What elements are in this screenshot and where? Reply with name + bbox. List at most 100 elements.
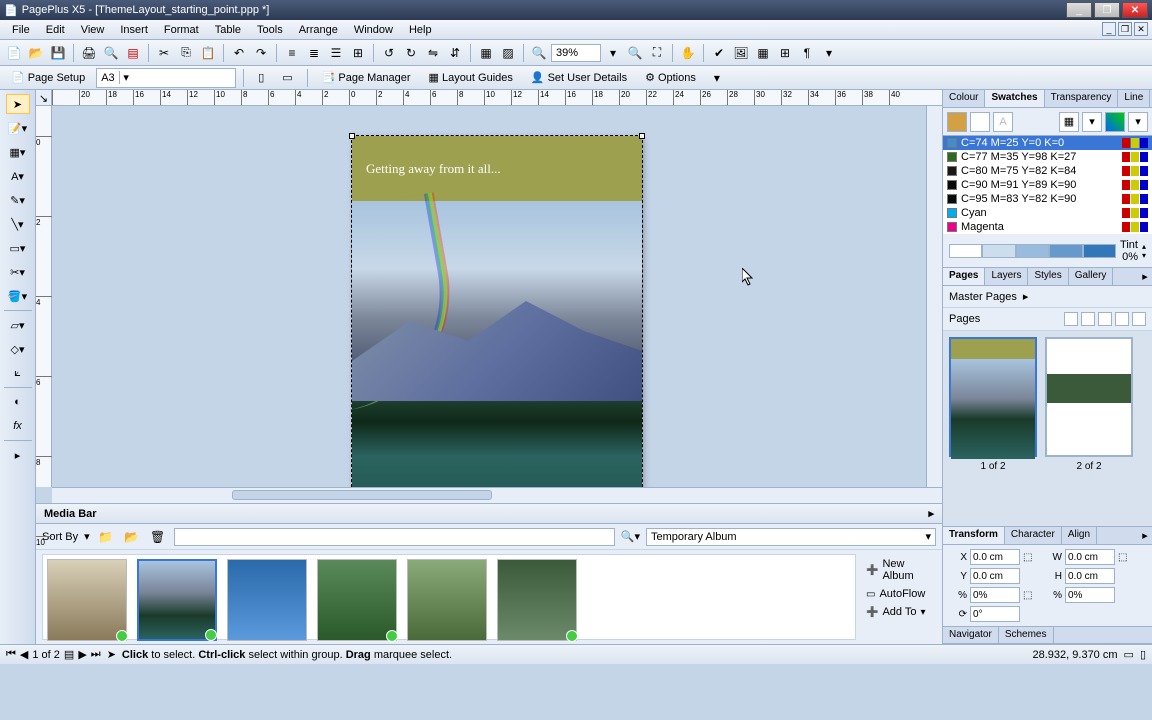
new-swatch-button[interactable]: ▾ bbox=[1082, 112, 1102, 132]
add-to-button[interactable]: ➕Add To ▾ bbox=[866, 606, 932, 618]
tint-spinner[interactable]: ▴▾ bbox=[1142, 242, 1146, 260]
shape-tool[interactable]: ▱▾ bbox=[6, 315, 30, 335]
undo-button[interactable]: ↶ bbox=[229, 43, 249, 63]
transform-h-input[interactable] bbox=[1065, 568, 1115, 584]
para-button[interactable]: ¶ bbox=[797, 43, 817, 63]
scrollbar-vertical[interactable] bbox=[926, 106, 942, 487]
tab-schemes[interactable]: Schemes bbox=[999, 627, 1054, 643]
gradient-button[interactable] bbox=[1105, 112, 1125, 132]
media-bar-collapse[interactable]: ▸ bbox=[928, 507, 934, 520]
text-swatch-button[interactable]: A bbox=[993, 112, 1013, 132]
tab-character[interactable]: Character bbox=[1005, 527, 1062, 544]
doc-minimize-button[interactable]: _ bbox=[1102, 22, 1116, 36]
media-open-button[interactable]: 📂 bbox=[122, 527, 142, 547]
pen-tool[interactable]: ✎▾ bbox=[6, 190, 30, 210]
fx-tool[interactable]: fx bbox=[6, 416, 30, 436]
swatch-list[interactable]: C=74 M=25 Y=0 K=0C=77 M=35 Y=98 K=27C=80… bbox=[943, 136, 1152, 234]
media-thumb-6[interactable] bbox=[497, 559, 577, 641]
page-thumb-2[interactable] bbox=[1045, 337, 1133, 457]
canvas[interactable]: Getting away from it all... bbox=[52, 106, 926, 487]
album-combo[interactable]: Temporary Album▾ bbox=[646, 528, 936, 546]
menu-file[interactable]: File bbox=[4, 22, 38, 38]
orientation-p-button[interactable]: ▯ bbox=[251, 68, 271, 88]
prev-page-button[interactable]: ◀ bbox=[20, 648, 28, 661]
print-preview-button[interactable]: 🔍 bbox=[101, 43, 121, 63]
swatch-row[interactable]: C=74 M=25 Y=0 K=0 bbox=[943, 136, 1152, 150]
delete-page-button[interactable] bbox=[1098, 312, 1112, 326]
page-thumb-1[interactable] bbox=[949, 337, 1037, 457]
zoom-combo[interactable]: 39% bbox=[551, 44, 601, 62]
media-thumb-3[interactable] bbox=[227, 559, 307, 641]
align-right-button[interactable]: ☰ bbox=[326, 43, 346, 63]
ungroup-button[interactable]: ▨ bbox=[498, 43, 518, 63]
transform-r-input[interactable] bbox=[970, 606, 1020, 622]
swatch-row[interactable]: C=80 M=75 Y=82 K=84 bbox=[943, 164, 1152, 178]
page[interactable]: Getting away from it all... bbox=[352, 136, 642, 487]
paper-size-combo[interactable]: A3▾ bbox=[96, 68, 236, 88]
insert-pic-button[interactable]: 🖼 bbox=[731, 43, 751, 63]
lock-scale-icon[interactable]: ⬚ bbox=[1023, 590, 1039, 601]
menu-format[interactable]: Format bbox=[156, 22, 207, 38]
transform-sy-input[interactable] bbox=[1065, 587, 1115, 603]
autoflow-button[interactable]: ▭AutoFlow bbox=[866, 588, 932, 600]
rectangle-tool[interactable]: ▭▾ bbox=[6, 238, 30, 258]
tab-line[interactable]: Line bbox=[1118, 90, 1150, 107]
zoom-fit-button[interactable]: ⛶ bbox=[647, 43, 667, 63]
tint-gradient[interactable] bbox=[949, 244, 1116, 258]
save-button[interactable]: 💾 bbox=[48, 43, 68, 63]
media-remove-button[interactable]: 🗑 bbox=[148, 527, 168, 547]
tab-gallery[interactable]: Gallery bbox=[1069, 268, 1114, 285]
spell-button[interactable]: ✔ bbox=[709, 43, 729, 63]
zoom-dropdown[interactable]: ▾ bbox=[603, 43, 623, 63]
open-button[interactable]: 📂 bbox=[26, 43, 46, 63]
tab-transform[interactable]: Transform bbox=[943, 527, 1005, 544]
line-swatch-button[interactable] bbox=[970, 112, 990, 132]
media-thumb-5[interactable] bbox=[407, 559, 487, 641]
add-page-button[interactable] bbox=[1064, 312, 1078, 326]
transform-sx-input[interactable] bbox=[970, 587, 1020, 603]
next-page-button[interactable]: ▶ bbox=[78, 648, 86, 661]
cut-button[interactable]: ✂ bbox=[154, 43, 174, 63]
resize-handle-nw[interactable] bbox=[349, 133, 355, 139]
menu-insert[interactable]: Insert bbox=[112, 22, 156, 38]
toggle-grid-button[interactable]: ⊞ bbox=[775, 43, 795, 63]
menu-arrange[interactable]: Arrange bbox=[291, 22, 346, 38]
pointer-tool[interactable]: ➤ bbox=[6, 94, 30, 114]
pan-button[interactable]: ✋ bbox=[678, 43, 698, 63]
crop-tool[interactable]: ✂▾ bbox=[6, 262, 30, 282]
paste-button[interactable]: 📋 bbox=[198, 43, 218, 63]
redo-button[interactable]: ↷ bbox=[251, 43, 271, 63]
more-button[interactable]: ▾ bbox=[819, 43, 839, 63]
page-title-frame[interactable]: Getting away from it all... bbox=[352, 136, 642, 201]
media-thumb-4[interactable] bbox=[317, 559, 397, 641]
page-setup-button[interactable]: 📄Page Setup bbox=[4, 68, 92, 88]
node-tool[interactable]: ⟀ bbox=[6, 363, 30, 383]
page-manager-button[interactable]: 📑Page Manager bbox=[315, 68, 418, 88]
menu-view[interactable]: View bbox=[73, 22, 113, 38]
tab-pages[interactable]: Pages bbox=[943, 268, 985, 285]
tab-transparency[interactable]: Transparency bbox=[1045, 90, 1119, 107]
resize-handle-ne[interactable] bbox=[639, 133, 645, 139]
search-icon[interactable]: 🔍▾ bbox=[621, 530, 640, 543]
status-icon-2[interactable]: ▯ bbox=[1140, 648, 1146, 661]
expand-tools[interactable]: ▸ bbox=[6, 445, 30, 465]
tab-styles[interactable]: Styles bbox=[1028, 268, 1068, 285]
menu-table[interactable]: Table bbox=[207, 22, 249, 38]
scrollbar-horizontal[interactable] bbox=[52, 487, 942, 503]
palette-button[interactable]: ▦ bbox=[1059, 112, 1079, 132]
media-thumb-2[interactable] bbox=[137, 559, 217, 641]
user-details-button[interactable]: 👤Set User Details bbox=[524, 68, 634, 88]
tab-layers[interactable]: Layers bbox=[985, 268, 1028, 285]
tab-colour[interactable]: Colour bbox=[943, 90, 985, 107]
media-folder-button[interactable]: 📁 bbox=[96, 527, 116, 547]
menu-tools[interactable]: Tools bbox=[249, 22, 291, 38]
tab-align[interactable]: Align bbox=[1062, 527, 1097, 544]
transform-w-input[interactable] bbox=[1065, 549, 1115, 565]
master-expand-button[interactable]: ▸ bbox=[1023, 290, 1029, 303]
transform-menu-button[interactable]: ▸ bbox=[1138, 527, 1152, 544]
print-button[interactable]: 🖨 bbox=[79, 43, 99, 63]
minimize-button[interactable]: _ bbox=[1066, 2, 1092, 18]
lock-xy-icon[interactable]: ⬚ bbox=[1023, 552, 1039, 563]
close-button[interactable]: ✕ bbox=[1122, 2, 1148, 18]
copy-button[interactable]: ⎘ bbox=[176, 43, 196, 63]
